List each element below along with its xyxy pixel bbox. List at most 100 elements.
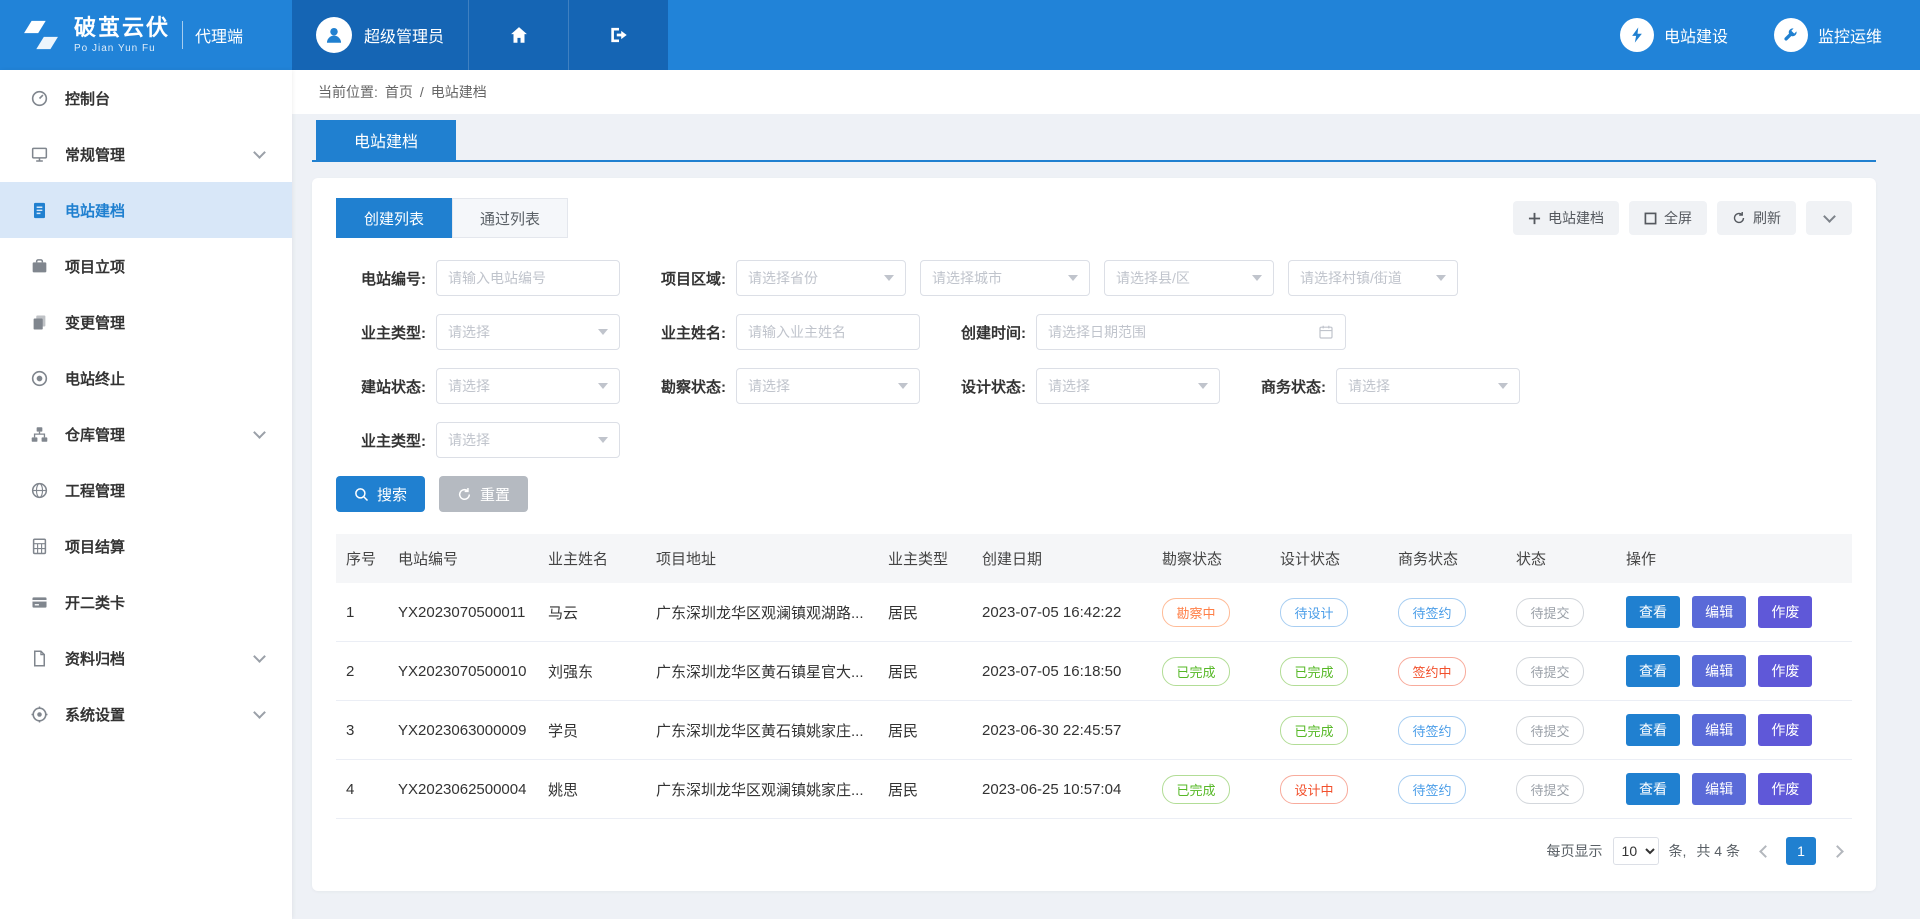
page-1-button[interactable]: 1 <box>1786 837 1816 865</box>
card-icon <box>30 593 49 612</box>
panel-header: 创建列表 通过列表 电站建档 全屏 刷新 <box>336 198 1852 238</box>
void-button[interactable]: 作废 <box>1758 655 1812 687</box>
sidebar-item-project-settlement[interactable]: 项目结算 <box>0 518 292 574</box>
build-status-select[interactable]: 请选择 <box>436 368 620 404</box>
region-label: 项目区域: <box>636 268 736 289</box>
town-select[interactable]: 请选择村镇/街道 <box>1288 260 1458 296</box>
province-select[interactable]: 请选择省份 <box>736 260 906 296</box>
status-badge: 待提交 <box>1516 716 1584 745</box>
sidebar-item-type2-card[interactable]: 开二类卡 <box>0 574 292 630</box>
list-tabs: 创建列表 通过列表 <box>336 198 568 238</box>
create-time-range-input[interactable]: 请选择日期范围 <box>1036 314 1346 350</box>
sidebar-item-change-mgmt[interactable]: 变更管理 <box>0 294 292 350</box>
next-page-button[interactable] <box>1826 837 1852 865</box>
plus-icon <box>1528 212 1541 225</box>
station-code-input[interactable] <box>436 260 620 296</box>
business-status-select[interactable]: 请选择 <box>1336 368 1520 404</box>
city-select[interactable]: 请选择城市 <box>920 260 1090 296</box>
fullscreen-icon <box>1644 212 1657 225</box>
calculator-icon <box>30 537 49 556</box>
owner-name-input[interactable] <box>736 314 920 350</box>
panel-actions: 电站建档 全屏 刷新 <box>1513 201 1852 235</box>
reset-button[interactable]: 重置 <box>439 476 528 512</box>
design-status-label: 设计状态: <box>936 376 1036 397</box>
top-bar: 破茧云伏 Po Jian Yun Fu 代理端 超级管理员 <box>0 0 1920 70</box>
wrench-icon <box>1774 18 1808 52</box>
table-row: 2 YX2023070500010 刘强东 广东深圳龙华区黄石镇星官大... 居… <box>336 642 1852 701</box>
sidebar-item-engineering-mgmt[interactable]: 工程管理 <box>0 462 292 518</box>
business-status-badge: 签约中 <box>1398 657 1466 686</box>
globe-icon <box>30 481 49 500</box>
edit-button[interactable]: 编辑 <box>1692 773 1746 805</box>
design-status-badge: 设计中 <box>1280 775 1348 804</box>
view-button[interactable]: 查看 <box>1626 655 1680 687</box>
owner-type2-select[interactable]: 请选择 <box>436 422 620 458</box>
refresh-button[interactable]: 刷新 <box>1717 201 1796 235</box>
lightning-icon <box>1620 18 1654 52</box>
app-edition-tag: 代理端 <box>182 21 243 49</box>
user-menu[interactable]: 超级管理员 <box>292 0 468 70</box>
sidebar-item-general-mgmt[interactable]: 常规管理 <box>0 126 292 182</box>
chevron-down-icon <box>898 383 908 389</box>
design-status-badge: 已完成 <box>1280 716 1348 745</box>
total-count: 共 4 条 <box>1696 841 1740 861</box>
tab-create-list[interactable]: 创建列表 <box>336 198 452 238</box>
design-status-badge: 已完成 <box>1280 657 1348 686</box>
prev-page-button[interactable] <box>1750 837 1776 865</box>
view-button[interactable]: 查看 <box>1626 773 1680 805</box>
chevron-down-icon <box>253 650 266 663</box>
tab-passed-list[interactable]: 通过列表 <box>452 198 568 238</box>
survey-status-badge: 已完成 <box>1162 657 1230 686</box>
fullscreen-button[interactable]: 全屏 <box>1629 201 1707 235</box>
sidebar-item-project-initiation[interactable]: 项目立项 <box>0 238 292 294</box>
build-status-label: 建站状态: <box>336 376 436 397</box>
sidebar-item-station-filing[interactable]: 电站建档 <box>0 182 292 238</box>
logout-button[interactable] <box>568 0 668 70</box>
county-select[interactable]: 请选择县/区 <box>1104 260 1274 296</box>
sidebar-item-console[interactable]: 控制台 <box>0 70 292 126</box>
void-button[interactable]: 作废 <box>1758 714 1812 746</box>
status-badge: 待提交 <box>1516 598 1584 627</box>
calendar-icon <box>1318 324 1334 340</box>
monitor-icon <box>30 145 49 164</box>
nav-station-build[interactable]: 电站建设 <box>1620 18 1728 52</box>
gear-icon <box>30 705 49 724</box>
sidebar: 控制台 常规管理 电站建档 项目立项 <box>0 70 292 919</box>
per-page-select[interactable]: 10 <box>1613 837 1659 865</box>
sitemap-icon <box>30 425 49 444</box>
edit-button[interactable]: 编辑 <box>1692 596 1746 628</box>
sidebar-item-archives[interactable]: 资料归档 <box>0 630 292 686</box>
logo-icon <box>20 19 62 51</box>
owner-type-select[interactable]: 请选择 <box>436 314 620 350</box>
logout-icon <box>608 24 630 46</box>
sidebar-item-system-settings[interactable]: 系统设置 <box>0 686 292 742</box>
chevron-down-icon <box>598 383 608 389</box>
view-button[interactable]: 查看 <box>1626 596 1680 628</box>
sidebar-item-warehouse-mgmt[interactable]: 仓库管理 <box>0 406 292 462</box>
breadcrumb-home[interactable]: 首页 <box>385 82 413 102</box>
breadcrumb-separator: / <box>420 84 424 100</box>
pagination: 每页显示 10 条, 共 4 条 1 <box>336 837 1852 865</box>
view-button[interactable]: 查看 <box>1626 714 1680 746</box>
chevron-right-icon <box>1831 845 1844 858</box>
design-status-select[interactable]: 请选择 <box>1036 368 1220 404</box>
reset-icon <box>457 487 472 502</box>
nav-monitor-ops[interactable]: 监控运维 <box>1774 18 1882 52</box>
app-title: 破茧云伏 <box>74 16 170 40</box>
edit-button[interactable]: 编辑 <box>1692 655 1746 687</box>
home-icon <box>508 24 530 46</box>
home-button[interactable] <box>468 0 568 70</box>
void-button[interactable]: 作废 <box>1758 773 1812 805</box>
edit-button[interactable]: 编辑 <box>1692 714 1746 746</box>
chevron-down-icon <box>1068 275 1078 281</box>
owner-type2-label: 业主类型: <box>336 430 436 451</box>
sidebar-item-station-termination[interactable]: 电站终止 <box>0 350 292 406</box>
collapse-toolbar-button[interactable] <box>1806 201 1852 235</box>
page-tab-station-filing[interactable]: 电站建档 <box>316 120 456 160</box>
survey-status-select[interactable]: 请选择 <box>736 368 920 404</box>
void-button[interactable]: 作废 <box>1758 596 1812 628</box>
create-station-button[interactable]: 电站建档 <box>1513 201 1619 235</box>
avatar <box>316 17 352 53</box>
search-button[interactable]: 搜索 <box>336 476 425 512</box>
owner-type-label: 业主类型: <box>336 322 436 343</box>
